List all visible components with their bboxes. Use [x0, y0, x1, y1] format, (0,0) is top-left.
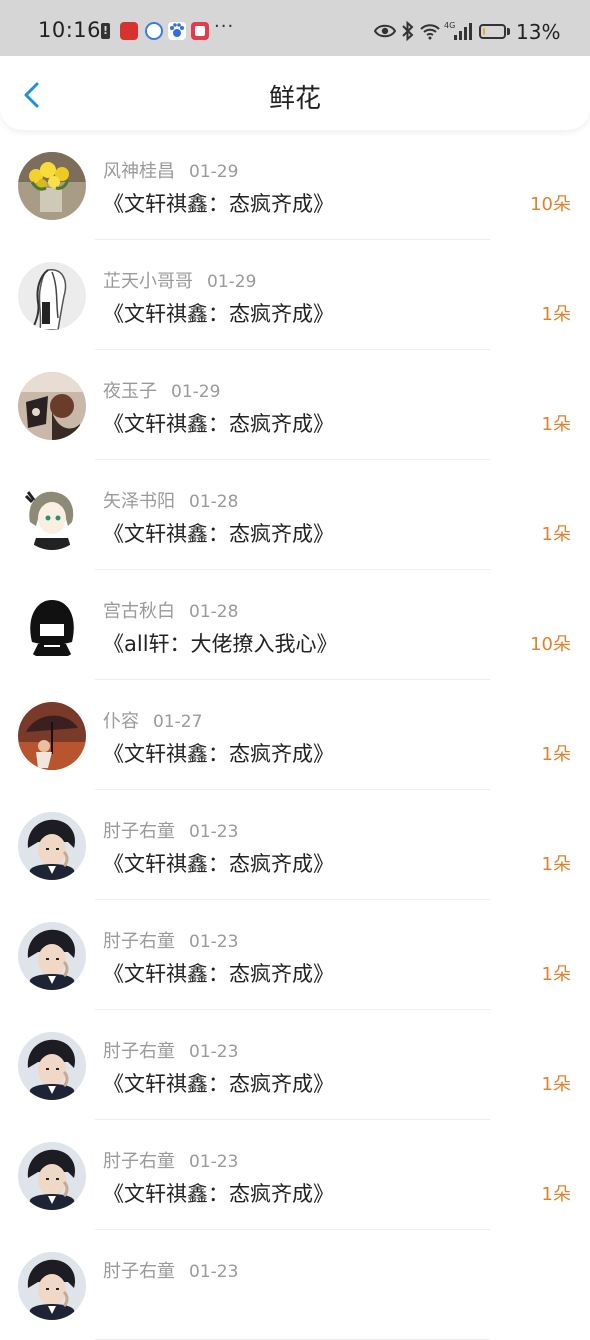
avatar[interactable]: [18, 922, 86, 990]
book-title[interactable]: 《文轩祺鑫：态疯齐成》: [103, 1068, 334, 1098]
user-name[interactable]: 风神桂昌: [103, 161, 175, 182]
list-item[interactable]: 夜玉子 01-29 《文轩祺鑫：态疯齐成》 1朵: [0, 350, 590, 460]
item-meta: 风神桂昌 01-29: [103, 157, 238, 183]
gift-date: 01-23: [189, 822, 239, 842]
item-meta: 肘子右童 01-23: [103, 1257, 238, 1283]
avatar[interactable]: [18, 482, 86, 550]
svg-text:4G: 4G: [444, 21, 455, 30]
avatar[interactable]: [18, 372, 86, 440]
list-item[interactable]: 肘子右童 01-23 《文轩祺鑫：态疯齐成》 1朵: [0, 1120, 590, 1230]
avatar[interactable]: [18, 812, 86, 880]
avatar[interactable]: [18, 262, 86, 330]
app-notification-icon-red: [120, 22, 138, 40]
flower-count: 1朵: [541, 1074, 571, 1095]
flower-count: 1朵: [541, 964, 571, 985]
avatar[interactable]: [18, 1032, 86, 1100]
user-name[interactable]: 肘子右童: [103, 1261, 175, 1282]
item-meta: 矢泽书阳 01-28: [103, 487, 238, 513]
gift-date: 01-28: [189, 492, 239, 512]
item-meta: 肘子右童 01-23: [103, 1037, 238, 1063]
battery-level: [483, 28, 485, 35]
item-meta: 仆容 01-27: [103, 707, 202, 733]
gift-date: 01-27: [153, 712, 203, 732]
book-title[interactable]: 《文轩祺鑫：态疯齐成》: [103, 188, 334, 218]
user-name[interactable]: 宫古秋白: [103, 601, 175, 622]
book-title[interactable]: 《文轩祺鑫：态疯齐成》: [103, 298, 334, 328]
item-meta: 芷天小哥哥 01-29: [103, 267, 256, 293]
user-name[interactable]: 夜玉子: [103, 381, 157, 402]
wifi-icon: [419, 20, 441, 48]
list-item[interactable]: 芷天小哥哥 01-29 《文轩祺鑫：态疯齐成》 1朵: [0, 240, 590, 350]
flower-count: 1朵: [541, 854, 571, 875]
gift-date: 01-28: [189, 602, 239, 622]
list-item[interactable]: 肘子右童 01-23: [0, 1230, 590, 1340]
avatar[interactable]: [18, 152, 86, 220]
book-title[interactable]: 《文轩祺鑫：态疯齐成》: [103, 1178, 334, 1208]
baidu-paw-icon: [168, 22, 186, 40]
bluetooth-icon: [401, 20, 415, 48]
book-title[interactable]: 《文轩祺鑫：态疯齐成》: [103, 408, 334, 438]
eye-icon: [373, 20, 397, 48]
list-item[interactable]: 仆容 01-27 《文轩祺鑫：态疯齐成》 1朵: [0, 680, 590, 790]
user-name[interactable]: 芷天小哥哥: [103, 271, 193, 292]
avatar[interactable]: [18, 1142, 86, 1210]
battery-tip: [507, 28, 510, 35]
page-title: 鲜花: [268, 84, 321, 114]
user-name[interactable]: 肘子右童: [103, 1151, 175, 1172]
gift-date: 01-29: [189, 162, 239, 182]
status-time: 10:16: [38, 18, 102, 42]
item-meta: 肘子右童 01-23: [103, 927, 238, 953]
avatar[interactable]: [18, 702, 86, 770]
flower-count: 1朵: [541, 304, 571, 325]
flower-count: 1朵: [541, 524, 571, 545]
more-notifications-icon: ···: [214, 16, 235, 37]
user-name[interactable]: 仆容: [103, 711, 139, 732]
gift-date: 01-23: [189, 1152, 239, 1172]
user-name[interactable]: 肘子右童: [103, 1041, 175, 1062]
app-notification-icon-blue: [145, 22, 163, 40]
flower-list: 风神桂昌 01-29 《文轩祺鑫：态疯齐成》 10朵 芷天小哥哥 01-29 《文轩祺鑫：态…: [0, 130, 590, 1340]
battery-icon: [479, 24, 506, 39]
avatar[interactable]: [18, 1252, 86, 1320]
book-title[interactable]: 《文轩祺鑫：态疯齐成》: [103, 518, 334, 548]
gift-date: 01-23: [189, 932, 239, 952]
flower-count: 10朵: [530, 194, 571, 215]
alert-icon: !: [101, 23, 110, 39]
flower-count: 1朵: [541, 744, 571, 765]
header: 鲜花: [0, 56, 590, 130]
flower-count: 1朵: [541, 414, 571, 435]
user-name[interactable]: 肘子右童: [103, 821, 175, 842]
status-bar: 10:16 ! ··· 4G 13%: [0, 0, 590, 64]
list-item[interactable]: 风神桂昌 01-29 《文轩祺鑫：态疯齐成》 10朵: [0, 130, 590, 240]
list-item[interactable]: 肘子右童 01-23 《文轩祺鑫：态疯齐成》 1朵: [0, 900, 590, 1010]
gift-date: 01-23: [189, 1042, 239, 1062]
battery-percent: 13%: [516, 20, 561, 44]
user-name[interactable]: 肘子右童: [103, 931, 175, 952]
gift-date: 01-29: [171, 382, 221, 402]
flower-count: 1朵: [541, 1184, 571, 1205]
avatar[interactable]: [18, 592, 86, 660]
item-meta: 肘子右童 01-23: [103, 1147, 238, 1173]
list-item[interactable]: 宫古秋白 01-28 《all轩：大佬撩入我心》 10朵: [0, 570, 590, 680]
gift-date: 01-23: [189, 1262, 239, 1282]
book-title[interactable]: 《all轩：大佬撩入我心》: [103, 628, 338, 658]
user-name[interactable]: 矢泽书阳: [103, 491, 175, 512]
item-meta: 宫古秋白 01-28: [103, 597, 238, 623]
book-title[interactable]: 《文轩祺鑫：态疯齐成》: [103, 848, 334, 878]
signal-icon: 4G: [444, 20, 472, 48]
gift-date: 01-29: [207, 272, 257, 292]
item-meta: 夜玉子 01-29: [103, 377, 220, 403]
book-title[interactable]: 《文轩祺鑫：态疯齐成》: [103, 958, 334, 988]
item-meta: 肘子右童 01-23: [103, 817, 238, 843]
app-notification-icon-pink: [191, 22, 209, 40]
book-title[interactable]: 《文轩祺鑫：态疯齐成》: [103, 738, 334, 768]
list-item[interactable]: 矢泽书阳 01-28 《文轩祺鑫：态疯齐成》 1朵: [0, 460, 590, 570]
list-item[interactable]: 肘子右童 01-23 《文轩祺鑫：态疯齐成》 1朵: [0, 790, 590, 900]
flower-count: 10朵: [530, 634, 571, 655]
list-item[interactable]: 肘子右童 01-23 《文轩祺鑫：态疯齐成》 1朵: [0, 1010, 590, 1120]
